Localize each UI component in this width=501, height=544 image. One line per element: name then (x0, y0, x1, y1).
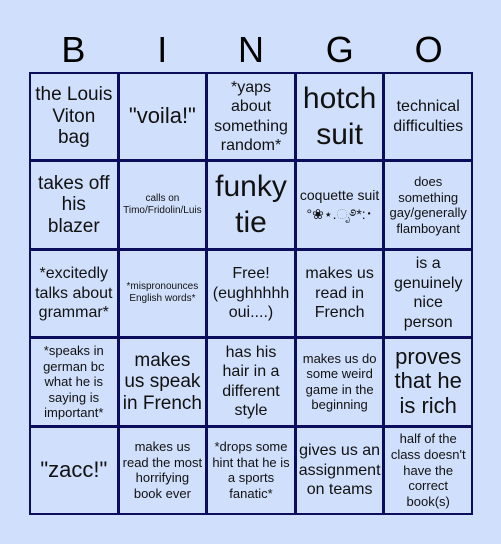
bingo-cell[interactable]: makes us speak in French (119, 339, 206, 425)
bingo-cell[interactable]: has his hair in a different style (208, 339, 294, 425)
bingo-cell[interactable]: *mispronounces English words* (119, 250, 206, 337)
bingo-cell[interactable]: "voila!" (119, 74, 206, 160)
bingo-cell[interactable]: is a genuinely nice person (385, 250, 471, 337)
bingo-cell[interactable]: *drops some hint that he is a sports fan… (208, 427, 294, 513)
bingo-cell[interactable]: makes us do some weird game in the begin… (296, 339, 383, 425)
bingo-cell[interactable]: funky tie (208, 162, 294, 248)
bingo-cell[interactable]: proves that he is rich (385, 339, 471, 425)
bingo-cell[interactable]: takes off his blazer (31, 162, 117, 248)
bingo-cell[interactable]: *excitedly talks about grammar* (31, 250, 117, 337)
bingo-cell[interactable]: the Louis Viton bag (31, 74, 117, 160)
header-letter-b: B (61, 29, 86, 70)
header-letter-o: O (414, 29, 443, 70)
bingo-board: the Louis Viton bag "voila!" *yaps about… (29, 72, 473, 515)
bingo-cell[interactable]: coquette suit °❀⋆.ೃ࿔*:･ (296, 162, 383, 248)
bingo-header: B I N G O (29, 28, 473, 72)
bingo-cell[interactable]: "zacc!" (31, 427, 117, 513)
free-space-cell[interactable]: Free! (eughhhhh oui....) (208, 250, 294, 337)
bingo-cell[interactable]: does something gay/generally flamboyant (385, 162, 471, 248)
bingo-cell[interactable]: *speaks in german bc what he is saying i… (31, 339, 117, 425)
bingo-cell[interactable]: makes us read in French (296, 250, 383, 337)
bingo-cell[interactable]: makes us read the most horrifying book e… (119, 427, 206, 513)
header-letter-i: I (157, 29, 168, 70)
bingo-cell[interactable]: calls on Timo/Fridolin/Luis (119, 162, 206, 248)
bingo-cell[interactable]: gives us an assignment on teams (296, 427, 383, 513)
header-letter-n: N (237, 29, 264, 70)
bingo-cell[interactable]: hotch suit (296, 74, 383, 160)
header-letter-g: G (325, 29, 354, 70)
bingo-cell[interactable]: technical difficulties (385, 74, 471, 160)
bingo-cell[interactable]: half of the class doesn't have the corre… (385, 427, 471, 513)
bingo-cell[interactable]: *yaps about something random* (208, 74, 294, 160)
